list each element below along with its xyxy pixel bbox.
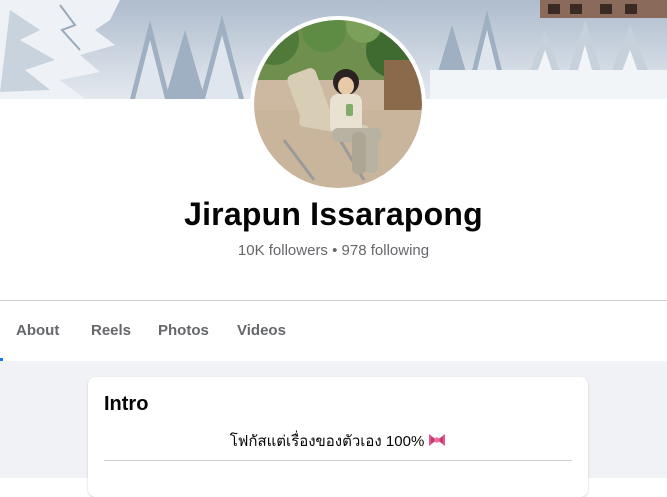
followers-count[interactable]: 10K followers xyxy=(238,242,328,259)
tab-photos[interactable]: Photos xyxy=(158,322,209,339)
tab-reels[interactable]: Reels xyxy=(91,322,131,339)
profile-avatar[interactable] xyxy=(250,16,426,192)
stats-separator: • xyxy=(332,242,338,259)
ribbon-icon xyxy=(428,432,446,452)
tab-about[interactable]: About xyxy=(16,322,59,339)
intro-divider xyxy=(104,460,572,461)
intro-bio: โฟกัสแต่เรื่องของตัวเอง 100% xyxy=(88,429,588,453)
profile-name: Jirapun Issarapong xyxy=(184,196,483,232)
follow-stats: 10K followers • 978 following xyxy=(0,242,667,259)
intro-card: Intro โฟกัสแต่เรื่องของตัวเอง 100% xyxy=(88,377,588,497)
bio-text: โฟกัสแต่เรื่องของตัวเอง 100% xyxy=(229,433,425,450)
profile-tabs: About Reels Photos Videos xyxy=(0,301,667,361)
intro-title: Intro xyxy=(104,393,149,415)
tab-videos[interactable]: Videos xyxy=(237,322,286,339)
following-count[interactable]: 978 following xyxy=(342,242,430,259)
